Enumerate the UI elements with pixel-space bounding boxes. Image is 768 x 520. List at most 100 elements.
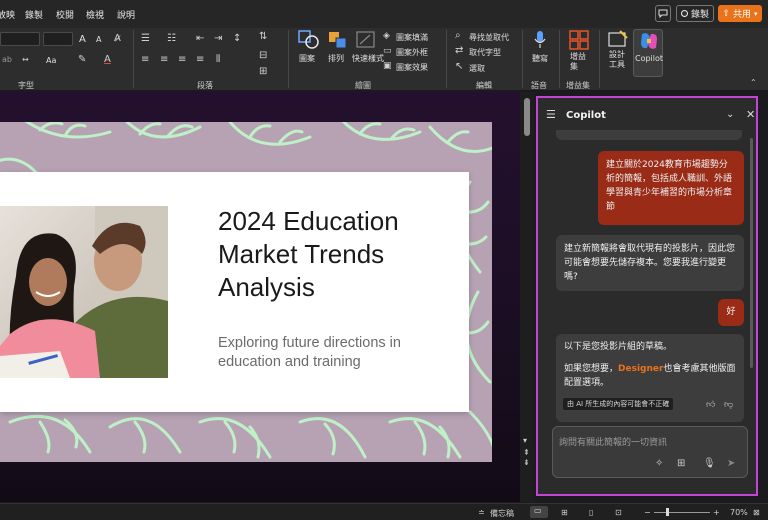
align-center-icon[interactable]: ≡ [160, 54, 168, 65]
slide-subtitle[interactable]: Exploring future directions in education… [218, 334, 458, 372]
chevron-down-icon[interactable]: ⌄ [726, 109, 734, 120]
addins-button[interactable]: 增益集 [565, 30, 593, 76]
dictate-button[interactable]: 聽寫 [528, 30, 552, 76]
collapse-ribbon-icon[interactable]: ⌃ [750, 78, 757, 87]
previous-message-edge [556, 130, 742, 140]
slide-title[interactable]: 2024 Education Market Trends Analysis [218, 205, 458, 304]
align-right-icon[interactable]: ≡ [178, 54, 186, 65]
increase-font-size-button[interactable]: A [79, 34, 86, 45]
find-icon[interactable]: ⌕ [455, 30, 461, 41]
slideshow-icon[interactable]: ⊡ [615, 508, 622, 517]
copilot-input-placeholder[interactable]: 詢問有關此簡報的一切資訊 [559, 435, 667, 448]
shapes-button[interactable]: 圖案 [296, 30, 322, 74]
menu-view[interactable]: 檢視 [86, 8, 104, 21]
font-name-dropdown[interactable] [0, 32, 40, 46]
menu-help[interactable]: 說明 [117, 8, 135, 21]
copilot-ribbon-button[interactable]: Copilot [633, 29, 663, 77]
ai-disclaimer-badge: 由 AI 所生成的內容可能會不正確 [563, 398, 674, 410]
comments-button[interactable] [655, 5, 671, 22]
strikethrough-icon[interactable]: ab [2, 55, 12, 64]
menu-slideshow[interactable]: 放映 [0, 8, 15, 21]
fit-to-window-icon[interactable]: ⊠ [753, 508, 760, 517]
share-button[interactable]: ⇪ 共用 ▾ [718, 5, 762, 22]
scrollbar-thumb[interactable] [524, 98, 530, 136]
notes-icon[interactable]: ≐ [478, 508, 485, 517]
voice-group-label: 語音 [531, 81, 547, 90]
select-label[interactable]: 選取 [469, 63, 485, 74]
divider [133, 30, 134, 88]
designer-link[interactable]: Designer [618, 364, 663, 374]
select-icon[interactable]: ↖ [455, 61, 463, 72]
designer-icon [608, 30, 628, 47]
arrange-icon [329, 32, 347, 49]
decrease-font-size-button[interactable]: A [96, 35, 101, 44]
menu-record[interactable]: 錄製 [25, 8, 43, 21]
text-direction-icon[interactable]: ⇅ [259, 31, 267, 42]
find-replace-label[interactable]: 尋找並取代 [469, 32, 509, 43]
record-label: 錄製 [690, 10, 709, 20]
zoom-slider[interactable] [654, 512, 710, 513]
send-icon[interactable]: ➤ [727, 458, 735, 469]
font-size-dropdown[interactable] [43, 32, 73, 46]
quick-styles-button[interactable]: 快速樣式 [352, 30, 384, 74]
prompt-guide-icon[interactable]: ✧ [655, 458, 663, 469]
copilot-ribbon-label: Copilot [635, 54, 664, 63]
divider [599, 30, 600, 88]
slide-sorter-icon[interactable]: ⊞ [561, 508, 568, 517]
next-slide-icon[interactable]: ⇟ [523, 458, 530, 467]
shape-outline-label[interactable]: 圖案外框 [396, 47, 428, 58]
notes-button[interactable]: 備忘稿 [490, 508, 514, 519]
zoom-out-icon[interactable]: − [644, 508, 651, 517]
editing-group-label: 編輯 [476, 81, 492, 90]
designer-button[interactable]: 設計工具 [604, 30, 632, 76]
normal-view-button[interactable]: ▭ [530, 506, 548, 518]
bullets-icon[interactable]: ☰ [141, 33, 150, 44]
align-text-icon[interactable]: ⊟ [259, 50, 267, 61]
thumbs-down-icon[interactable]: 👎︎ [724, 398, 733, 412]
menu-review[interactable]: 校閱 [56, 8, 74, 21]
zoom-slider-thumb[interactable] [666, 508, 669, 516]
attach-icon[interactable]: ⊞ [677, 458, 685, 469]
menu-icon[interactable]: ☰ [546, 108, 556, 121]
copilot-pane-title: Copilot [566, 110, 606, 121]
thumbs-up-icon[interactable]: 👍︎ [706, 398, 715, 412]
shape-fill-label[interactable]: 圖案填滿 [396, 32, 428, 43]
editor-scrollbar[interactable]: ▾ ⇞ ⇟ [520, 92, 534, 502]
quick-styles-label: 快速樣式 [352, 54, 384, 63]
shape-outline-icon[interactable]: ▭ [383, 46, 392, 56]
copilot-scrollbar[interactable] [750, 138, 753, 368]
zoom-level[interactable]: 70% [730, 508, 748, 517]
shape-fill-icon[interactable]: ◈ [383, 31, 390, 41]
numbering-icon[interactable]: ☷ [167, 33, 176, 44]
align-left-icon[interactable]: ≡ [141, 54, 149, 65]
highlight-icon[interactable]: ✎ [78, 54, 86, 65]
char-spacing-icon[interactable]: ↔ [22, 55, 29, 64]
microphone-icon[interactable]: 🎙︎ [703, 458, 716, 469]
copilot-input-box[interactable]: 詢問有關此簡報的一切資訊 ✧ ⊞ 🎙︎ ➤ [552, 426, 748, 478]
close-icon[interactable]: ✕ [746, 108, 755, 121]
font-color-icon[interactable]: A [104, 54, 111, 65]
replace-icon[interactable]: ⇄ [455, 45, 463, 56]
shape-effects-label[interactable]: 圖案效果 [396, 62, 428, 73]
clear-format-icon[interactable]: A̷ [114, 33, 121, 44]
line-spacing-icon[interactable]: ↕ [233, 33, 241, 44]
reading-view-icon[interactable]: ▯ [589, 508, 593, 517]
scroll-down-arrow-icon[interactable]: ▾ [523, 436, 527, 445]
text-effects-button[interactable]: Aa [46, 56, 56, 65]
zoom-in-icon[interactable]: + [713, 508, 720, 517]
record-button[interactable]: 錄製 [676, 5, 714, 22]
decrease-indent-icon[interactable]: ⇤ [196, 33, 204, 44]
columns-icon[interactable]: ⫴ [216, 54, 220, 65]
arrange-button[interactable]: 排列 [325, 30, 351, 74]
shape-effects-icon[interactable]: ▣ [383, 61, 392, 71]
paragraph-group-label: 段落 [197, 81, 213, 90]
replace-label[interactable]: 取代字型 [469, 47, 501, 58]
justify-icon[interactable]: ≡ [196, 54, 204, 65]
copilot-pane: ☰ Copilot ⌄ ✕ 建立關於2024教育市場趨勢分析的簡報，包括成人職訓… [536, 96, 758, 496]
students-photo[interactable] [0, 206, 168, 378]
divider [288, 30, 289, 88]
previous-slide-icon[interactable]: ⇞ [523, 448, 530, 457]
smartart-icon[interactable]: ⊞ [259, 66, 267, 77]
increase-indent-icon[interactable]: ⇥ [214, 33, 222, 44]
designer-label: 設計工具 [609, 50, 625, 69]
